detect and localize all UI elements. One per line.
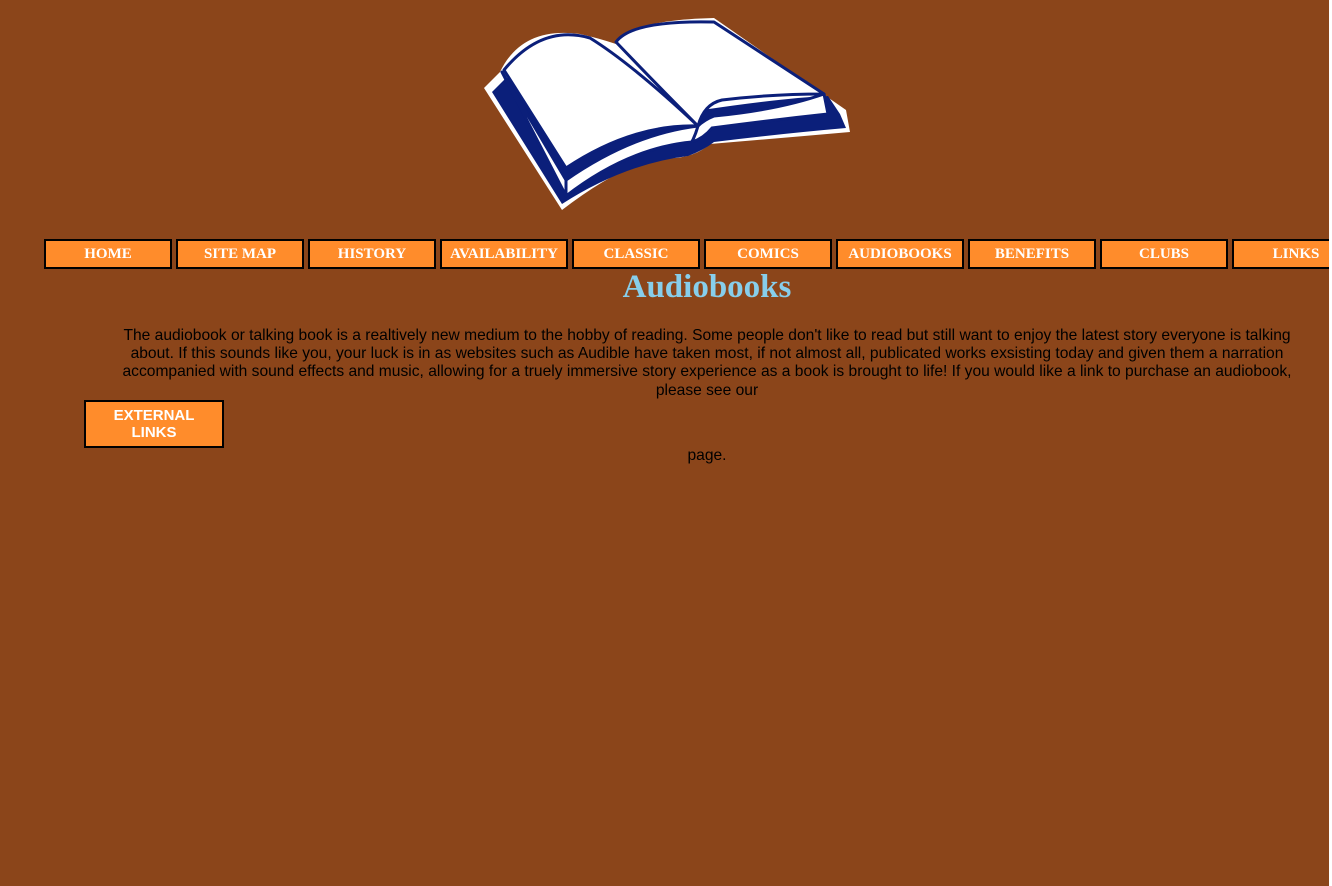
nav-audiobooks[interactable]: AUDIOBOOKS: [836, 239, 964, 269]
main-nav: HOME SITE MAP HISTORY AVAILABILITY CLASS…: [44, 239, 1332, 269]
nav-clubs[interactable]: CLUBS: [1100, 239, 1228, 269]
paragraph-trailing-text: page.: [687, 447, 727, 464]
nav-history[interactable]: HISTORY: [308, 239, 436, 269]
nav-links[interactable]: LINKS: [1232, 239, 1332, 269]
open-book-icon: [484, 18, 850, 210]
page-title: Audiobooks: [622, 269, 792, 305]
nav-availability[interactable]: AVAILABILITY: [440, 239, 568, 269]
external-links-button[interactable]: EXTERNAL LINKS: [84, 400, 224, 448]
nav-site-map[interactable]: SITE MAP: [176, 239, 304, 269]
nav-benefits[interactable]: BENEFITS: [968, 239, 1096, 269]
page: HOME SITE MAP HISTORY AVAILABILITY CLASS…: [0, 0, 1332, 886]
external-links-label: EXTERNAL LINKS: [113, 407, 195, 441]
nav-classic[interactable]: CLASSIC: [572, 239, 700, 269]
intro-paragraph: The audiobook or talking book is a realt…: [122, 327, 1292, 399]
nav-comics[interactable]: COMICS: [704, 239, 832, 269]
nav-home[interactable]: HOME: [44, 239, 172, 269]
